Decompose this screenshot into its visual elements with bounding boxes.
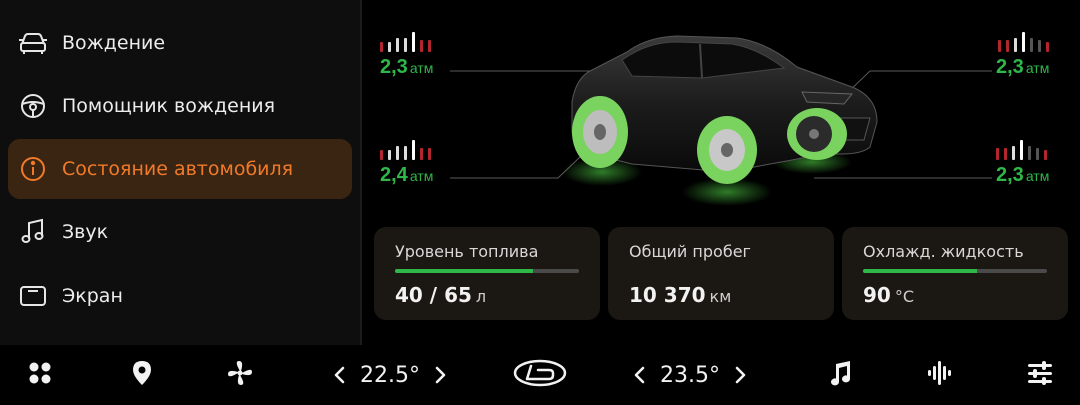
mileage-unit: км xyxy=(709,287,732,306)
left-temp-increase-button[interactable] xyxy=(434,365,448,385)
fuel-level-fill xyxy=(395,269,533,273)
equalizer-icon xyxy=(927,360,953,390)
screen-icon xyxy=(16,279,50,313)
right-temp-control: 23.5° xyxy=(630,345,750,405)
left-temp-decrease-button[interactable] xyxy=(332,365,346,385)
tire-pressure-value: 2,4 xyxy=(380,164,408,186)
tire-front-right: 2,3 атм xyxy=(996,32,1050,79)
sidebar-item-vehicle-status[interactable]: Состояние автомобиля xyxy=(8,139,352,199)
coolant-temp-unit: °C xyxy=(894,287,915,306)
coolant-card[interactable]: Охлажд. жидкость 90 °C xyxy=(842,227,1068,320)
coolant-temp-bar xyxy=(863,269,1047,273)
left-temp-control: 22.5° xyxy=(330,345,450,405)
right-temp-increase-button[interactable] xyxy=(734,365,748,385)
info-icon xyxy=(16,152,50,186)
bottom-bar: 22.5° 23.5° xyxy=(0,345,1080,405)
music-note-icon xyxy=(16,215,50,249)
music-button[interactable] xyxy=(820,345,860,405)
vehicle-status-panel: 2,3 атм 2,4 атм 2,3 атм 2,3 атм Уровень … xyxy=(362,0,1080,345)
fan-button[interactable] xyxy=(220,345,260,405)
location-pin-icon xyxy=(132,360,152,390)
tire-pressure-unit: атм xyxy=(409,60,434,76)
fuel-level-unit: л xyxy=(475,287,487,306)
sidebar-item-driving[interactable]: Вождение xyxy=(8,13,352,73)
sidebar-item-driver-assist[interactable]: Помощник вождения xyxy=(8,76,352,136)
sidebar-item-label: Помощник вождения xyxy=(62,95,276,117)
coolant-temp-fill xyxy=(863,269,978,273)
card-title: Уровень топлива xyxy=(395,242,539,261)
pressure-scale xyxy=(996,32,1050,52)
mileage-value: 10 370 xyxy=(629,283,706,307)
sidebar-item-label: Вождение xyxy=(62,32,166,54)
left-temp-value: 22.5° xyxy=(360,362,420,388)
sidebar-item-label: Звук xyxy=(62,221,109,243)
right-temp-value: 23.5° xyxy=(660,362,720,388)
pressure-scale xyxy=(996,140,1049,160)
pressure-scale xyxy=(380,32,433,52)
tire-rear-left: 2,4 атм xyxy=(380,140,433,187)
pressure-scale xyxy=(380,140,433,160)
apps-button[interactable] xyxy=(20,345,60,405)
apps-icon xyxy=(28,361,52,389)
music-note-icon xyxy=(828,360,852,390)
tire-pressure-unit: атм xyxy=(1025,60,1050,76)
sidebar: Вождение Помощник вождения Состояние авт… xyxy=(0,0,360,345)
sliders-icon xyxy=(1027,361,1053,389)
sidebar-item-sound[interactable]: Звук xyxy=(8,202,352,262)
coolant-temp-value: 90 xyxy=(863,283,891,307)
tire-pressure-value: 2,3 xyxy=(380,56,408,78)
fuel-level-card[interactable]: Уровень топлива 40 / 65 л xyxy=(374,227,600,320)
car-icon xyxy=(16,26,50,60)
fuel-level-bar xyxy=(395,269,579,273)
navigation-button[interactable] xyxy=(122,345,162,405)
equalizer-button[interactable] xyxy=(920,345,960,405)
card-title: Охлажд. жидкость xyxy=(863,242,1024,261)
sidebar-item-label: Экран xyxy=(62,285,123,307)
tire-pressure-value: 2,3 xyxy=(996,56,1024,78)
sidebar-item-label: Состояние автомобиля xyxy=(62,158,294,180)
tire-front-left: 2,3 атм xyxy=(380,32,433,79)
steering-wheel-icon xyxy=(16,89,50,123)
home-button[interactable] xyxy=(510,345,570,405)
fan-icon xyxy=(226,359,254,391)
tire-pressure-unit: атм xyxy=(1025,168,1050,184)
mileage-card[interactable]: Общий пробег 10 370 км xyxy=(608,227,834,320)
tire-pressure-value: 2,3 xyxy=(996,164,1024,186)
settings-button[interactable] xyxy=(1020,345,1060,405)
tire-pressure-unit: атм xyxy=(409,168,434,184)
fuel-level-value: 40 / 65 xyxy=(395,283,472,307)
car-image xyxy=(552,22,892,212)
lada-logo-icon xyxy=(513,359,567,391)
card-title: Общий пробег xyxy=(629,242,751,261)
right-temp-decrease-button[interactable] xyxy=(632,365,646,385)
sidebar-item-screen[interactable]: Экран xyxy=(8,266,352,326)
tire-rear-right: 2,3 атм xyxy=(996,140,1049,187)
